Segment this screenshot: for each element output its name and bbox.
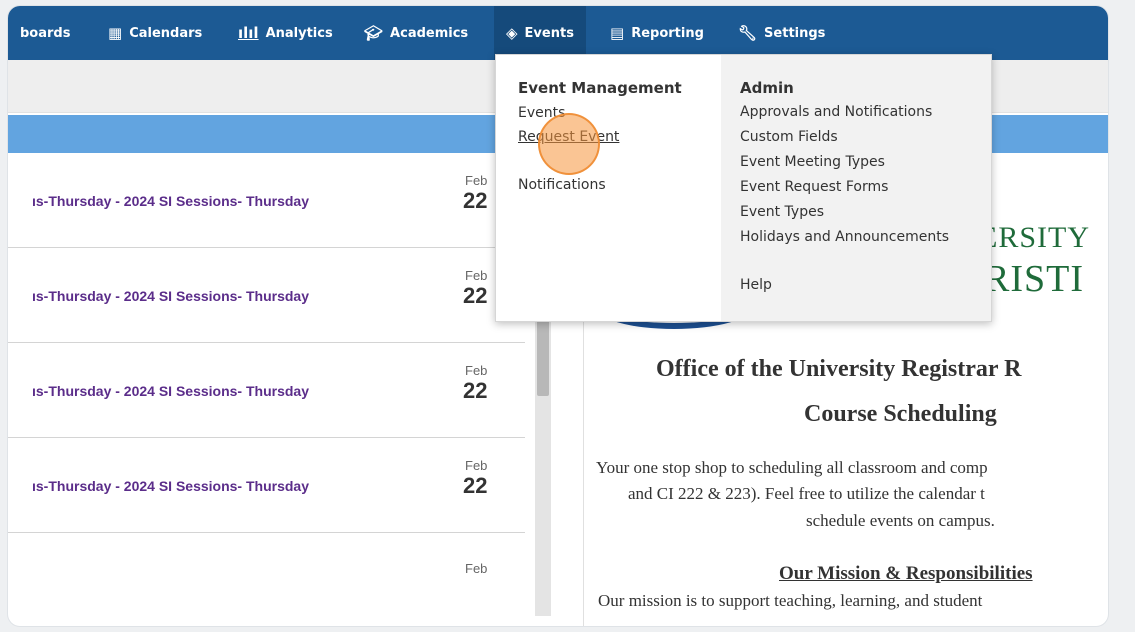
nav-dashboards[interactable]: boards [20,6,70,60]
event-month: Feb [465,561,488,576]
events-list: ıs-Thursday - 2024 SI Sessions- Thursday… [8,153,525,613]
nav-events[interactable]: ◈ Events [494,6,586,60]
intro-line: and CI 222 & 223). Feel free to utilize … [628,484,985,503]
event-title[interactable]: ıs-Thursday - 2024 SI Sessions- Thursday [32,288,309,304]
admin-header: Admin [740,79,794,97]
event-title[interactable]: ıs-Thursday - 2024 SI Sessions- Thursday [32,383,309,399]
list-item[interactable]: Feb [8,533,525,626]
top-nav: boards ▦ Calendars ılıl Analytics 🎓︎ Aca… [8,6,1108,60]
nav-calendars[interactable]: ▦ Calendars [108,6,202,60]
menu-item-meeting-types[interactable]: Event Meeting Types [740,154,885,170]
admin-column: Admin Approvals and Notifications Custom… [721,55,991,321]
event-day: 22 [463,378,488,403]
mission-heading: Our Mission & Responsibilities [779,563,1033,584]
menu-item-custom-fields[interactable]: Custom Fields [740,129,838,145]
list-item[interactable]: ıs-Thursday - 2024 SI Sessions- Thursday… [8,153,525,248]
menu-item-holidays[interactable]: Holidays and Announcements [740,229,949,245]
list-item[interactable]: ıs-Thursday - 2024 SI Sessions- Thursday… [8,343,525,438]
event-month: Feb [465,268,488,283]
event-month: Feb [465,458,488,473]
app-window: boards ▦ Calendars ılıl Analytics 🎓︎ Aca… [8,6,1108,626]
page-title: Office of the University Registrar R [656,356,1022,382]
intro-line: Your one stop shop to scheduling all cla… [596,458,988,477]
document-icon: ▤ [610,23,625,42]
event-management-header: Event Management [518,79,682,97]
event-month: Feb [465,173,488,188]
nav-reporting[interactable]: ▤ Reporting [610,6,704,60]
menu-item-event-types[interactable]: Event Types [740,204,824,220]
event-day: 22 [463,473,488,498]
click-indicator [538,113,600,175]
tag-icon: ◈ [506,23,518,42]
event-month: Feb [465,363,488,378]
nav-academics[interactable]: 🎓︎ Academics [364,6,468,60]
menu-item-request-forms[interactable]: Event Request Forms [740,179,888,195]
menu-item-approvals[interactable]: Approvals and Notifications [740,104,932,120]
list-item[interactable]: ıs-Thursday - 2024 SI Sessions- Thursday… [8,438,525,533]
events-dropdown-menu: Event Management Events Request Event No… [495,54,992,322]
logo-text-line2: RISTI [984,258,1084,300]
mission-text: Our mission is to support teaching, lear… [598,591,983,610]
intro-line: schedule events on campus. [806,511,995,530]
nav-settings[interactable]: 🔧︎ Settings [738,6,825,60]
page-subtitle: Course Scheduling [804,401,997,427]
event-title[interactable]: ıs-Thursday - 2024 SI Sessions- Thursday [32,478,309,494]
event-title[interactable]: ıs-Thursday - 2024 SI Sessions- Thursday [32,193,309,209]
event-day: 22 [463,188,488,213]
list-item[interactable]: ıs-Thursday - 2024 SI Sessions- Thursday… [8,248,525,343]
graduation-cap-icon: 🎓︎ [364,23,384,42]
event-day: 22 [463,283,488,308]
nav-analytics[interactable]: ılıl Analytics [238,6,333,60]
menu-item-help[interactable]: Help [740,277,772,293]
logo-text-line1: ERSITY [979,221,1090,254]
bar-chart-icon: ılıl [238,23,259,42]
calendar-icon: ▦ [108,23,123,42]
wrench-icon: 🔧︎ [738,23,758,42]
menu-item-notifications[interactable]: Notifications [518,177,606,193]
